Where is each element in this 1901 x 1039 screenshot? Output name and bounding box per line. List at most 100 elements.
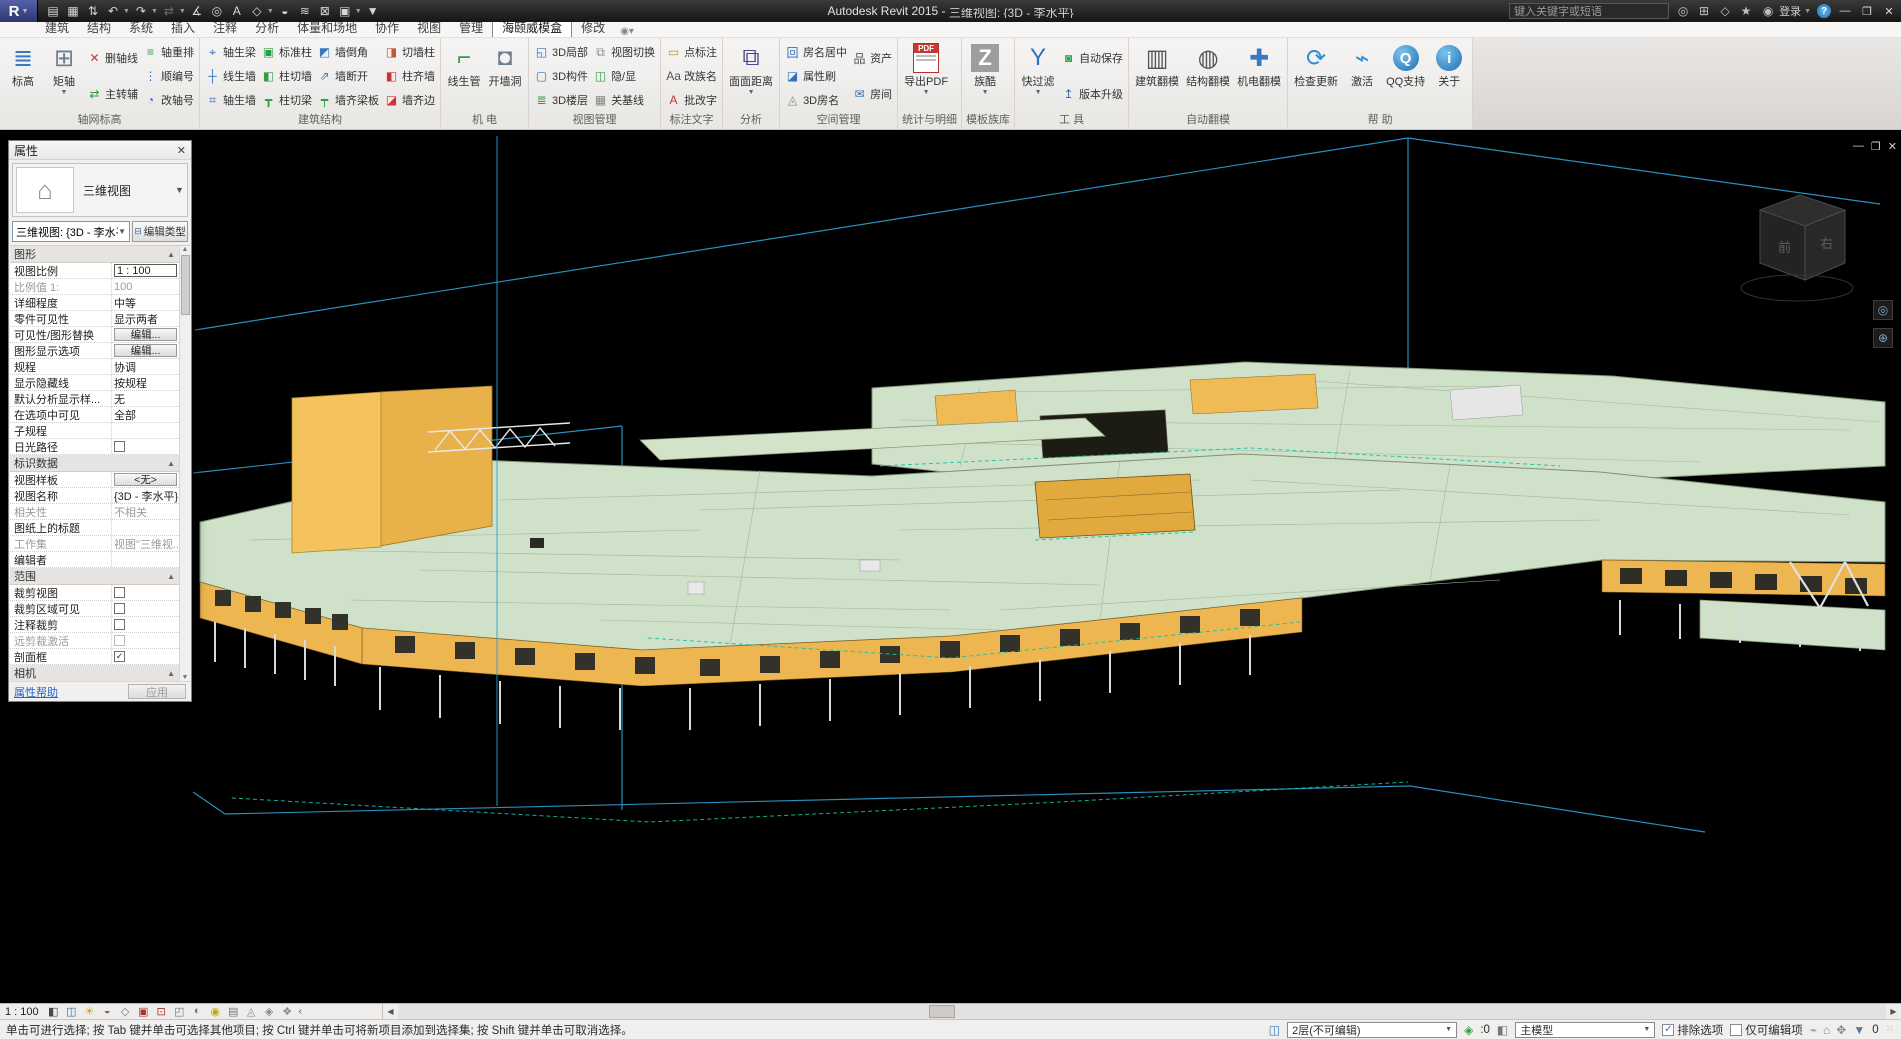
zoom-icon[interactable]: ⊕ xyxy=(1873,328,1893,348)
check-update-button[interactable]: ⟳检查更新 xyxy=(1291,39,1341,113)
axis-reorder-button[interactable]: ≡轴重排 xyxy=(143,41,194,63)
property-section-范围[interactable]: 范围▲ xyxy=(10,568,179,585)
property-value[interactable] xyxy=(112,423,179,438)
hide-show-button[interactable]: ◫隐/显 xyxy=(593,65,655,87)
aligned-dimension-icon[interactable]: ∡ xyxy=(188,2,206,20)
level-button[interactable]: ≣标高 xyxy=(3,39,43,113)
restore-button[interactable]: ❐ xyxy=(1859,5,1875,18)
properties-help-link[interactable]: 属性帮助 xyxy=(14,684,58,700)
horizontal-scrollbar[interactable]: ◀ ▶ xyxy=(382,1004,1901,1019)
editing-requests-icon[interactable]: ◈ xyxy=(1464,1023,1473,1037)
struct-remodel-button[interactable]: ◍结构翻模 xyxy=(1183,39,1233,113)
delete-axis-button[interactable]: ✕删轴线 xyxy=(87,47,138,69)
palette-scrollbar-thumb[interactable] xyxy=(181,255,190,315)
3d-floor-button[interactable]: ≣3D楼层 xyxy=(534,89,588,111)
default-3d-view-icon[interactable]: ◇ xyxy=(248,2,266,20)
scroll-left-icon[interactable]: ‹ xyxy=(299,1006,302,1017)
worksets-icon[interactable]: ◫ xyxy=(1269,1023,1280,1037)
property-edit-button[interactable]: 编辑... xyxy=(114,344,177,357)
redo-icon[interactable]: ↷ xyxy=(132,2,150,20)
property-brush-button[interactable]: ◪属性刷 xyxy=(785,65,847,87)
wall-align-edge-button[interactable]: ◪墙齐边 xyxy=(384,89,435,111)
edit-type-button[interactable]: ⊟ 编辑类型 xyxy=(132,221,188,242)
unlocked-3d-view-icon[interactable]: ◰ xyxy=(172,1005,187,1018)
property-edit-button[interactable]: <无> xyxy=(114,473,177,486)
main-to-aux-button[interactable]: ⇄主转辅 xyxy=(87,83,138,105)
sun-path-icon[interactable]: ☀ xyxy=(82,1005,97,1018)
column-cut-wall-button[interactable]: ◧柱切墙 xyxy=(261,65,312,87)
property-section-标识数据[interactable]: 标识数据▲ xyxy=(10,455,179,472)
drag-on-selection-icon[interactable]: ✥ xyxy=(1836,1023,1846,1037)
about-button[interactable]: i关于 xyxy=(1429,39,1469,113)
switch-windows-icon[interactable]: ▣ xyxy=(336,2,354,20)
default-3d-view-icon-dropdown[interactable]: ▼ xyxy=(267,8,274,15)
steering-wheel-icon[interactable]: ◎ xyxy=(1873,300,1893,320)
text-icon[interactable]: A xyxy=(228,2,246,20)
design-option-dropdown[interactable]: 主模型▼ xyxy=(1515,1022,1655,1038)
property-section-图形[interactable]: 图形▲ xyxy=(10,246,179,263)
type-dropdown-icon[interactable]: ▼ xyxy=(175,185,187,195)
close-baseline-button[interactable]: ▦关基线 xyxy=(593,89,655,111)
property-checkbox[interactable] xyxy=(114,603,125,614)
wall-chamfer-button[interactable]: ◩墙倒角 xyxy=(317,41,379,63)
property-checkbox[interactable] xyxy=(114,635,125,646)
section-collapse-icon[interactable]: ▲ xyxy=(167,459,175,468)
sequence-number-button[interactable]: ⋮顺编号 xyxy=(143,65,194,87)
type-selector[interactable]: 三维视图: {3D - 李水平 ▼ xyxy=(12,221,130,242)
export-pdf-button[interactable]: PDF导出PDF▼ xyxy=(901,39,951,113)
drawing-area[interactable]: 前 右 —❐✕ ◎⊕ 属性 ✕ ⌂ 三维视图 ▼ 三维视图: {3D - 李水平 xyxy=(0,130,1901,1003)
property-value[interactable] xyxy=(112,552,179,567)
temporary-view-properties-icon[interactable]: ▤ xyxy=(226,1005,241,1018)
temporary-hide-isolate-icon[interactable]: ◐ xyxy=(190,1005,205,1018)
rendering-dialog-icon[interactable]: ◇ xyxy=(118,1005,133,1018)
property-value[interactable] xyxy=(112,520,179,535)
crop-view-icon[interactable]: ▣ xyxy=(136,1005,151,1018)
auto-save-button[interactable]: ◙自动保存 xyxy=(1061,47,1123,69)
active-workset-dropdown[interactable]: 2层(不可编辑)▼ xyxy=(1287,1022,1457,1038)
scrollbar-left-arrow[interactable]: ◀ xyxy=(383,1004,398,1019)
design-options-icon[interactable]: ◧ xyxy=(1497,1023,1508,1037)
palette-title-bar[interactable]: 属性 ✕ xyxy=(9,141,191,160)
close-hidden-windows-icon[interactable]: ⊠ xyxy=(316,2,334,20)
property-value[interactable]: 中等 xyxy=(112,295,179,310)
sign-in-button[interactable]: ◉登录▼ xyxy=(1760,3,1811,19)
scrollbar-thumb[interactable] xyxy=(929,1005,955,1018)
switch-windows-icon-dropdown[interactable]: ▼ xyxy=(355,8,362,15)
save-icon[interactable]: ▦ xyxy=(64,2,82,20)
face-distance-button[interactable]: ⧉面面距离▼ xyxy=(726,39,776,113)
viewcube[interactable]: 前 右 xyxy=(1741,195,1853,301)
batch-edit-text-button[interactable]: A批改字 xyxy=(666,89,717,111)
exclude-options-checkbox[interactable]: ✓ 排除选项 xyxy=(1662,1022,1723,1038)
editable-only-checkbox[interactable]: 仅可编辑项 xyxy=(1730,1022,1803,1038)
line-to-wall-button[interactable]: ┼线生墙 xyxy=(205,65,256,87)
column-cut-beam-button[interactable]: ┳柱切梁 xyxy=(261,89,312,111)
asset-button[interactable]: 品资产 xyxy=(852,47,892,69)
property-value[interactable]: 视图"三维视... xyxy=(112,536,179,551)
section-icon[interactable]: ◒ xyxy=(276,2,294,20)
apply-button[interactable]: 应用 xyxy=(128,684,186,699)
property-edit-button[interactable]: 编辑... xyxy=(114,328,177,341)
property-value[interactable]: {3D - 李水平} xyxy=(112,488,179,503)
undo-icon[interactable]: ↶ xyxy=(104,2,122,20)
palette-scrollbar[interactable]: ▲ ▼ xyxy=(179,246,190,681)
property-checkbox[interactable] xyxy=(114,441,125,452)
show-crop-region-icon[interactable]: ⊡ xyxy=(154,1005,169,1018)
property-section-相机[interactable]: 相机▲ xyxy=(10,665,179,681)
property-checkbox[interactable] xyxy=(114,619,125,630)
undo-icon-dropdown[interactable]: ▼ xyxy=(123,8,130,15)
point-annotation-button[interactable]: ▭点标注 xyxy=(666,41,717,63)
property-checkbox[interactable]: ✓ xyxy=(114,651,125,662)
search-binoculars-icon[interactable]: ◎ xyxy=(1675,4,1691,18)
room-button[interactable]: ✉房间 xyxy=(852,83,892,105)
worksharing-display-icon[interactable]: ❖ xyxy=(280,1005,295,1018)
measure-icon-dropdown[interactable]: ▼ xyxy=(179,8,186,15)
scrollbar-right-arrow[interactable]: ▶ xyxy=(1886,1004,1901,1019)
help-icon[interactable]: ? xyxy=(1817,4,1831,18)
thin-lines-icon[interactable]: ≋ xyxy=(296,2,314,20)
select-underlay-icon[interactable]: ⌂ xyxy=(1823,1023,1830,1037)
sync-with-central-icon[interactable]: ⇅ xyxy=(84,2,102,20)
detail-level-icon[interactable]: ◧ xyxy=(46,1005,61,1018)
section-collapse-icon[interactable]: ▲ xyxy=(167,572,175,581)
change-axis-number-button[interactable]: ◔改轴号 xyxy=(143,89,194,111)
mep-remodel-button[interactable]: ✚机电翻模 xyxy=(1234,39,1284,113)
